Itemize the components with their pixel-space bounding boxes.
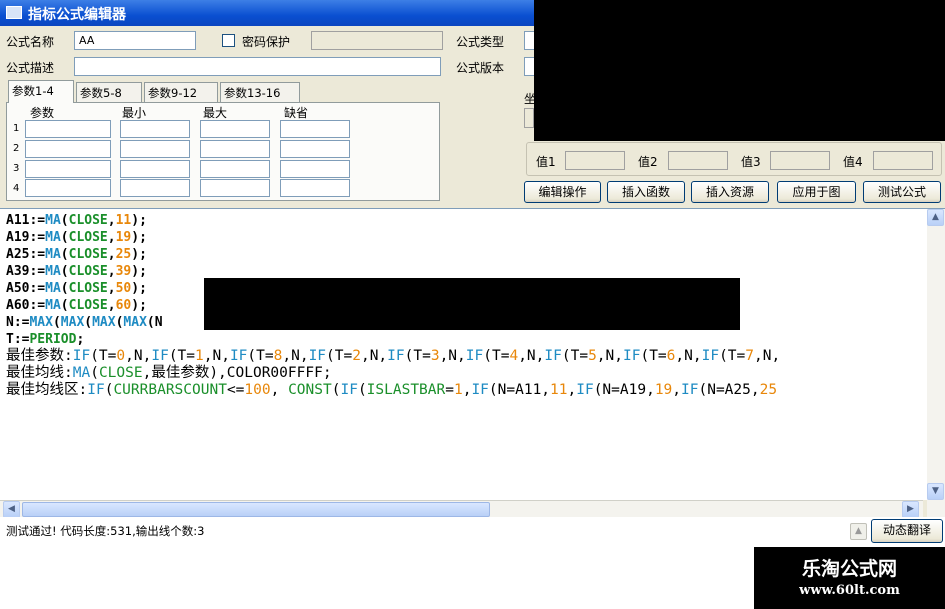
- code-line: A25:=MA(CLOSE,25);: [6, 247, 147, 262]
- param-min-input[interactable]: [120, 179, 190, 197]
- horizontal-scrollbar[interactable]: ◀ ▶: [0, 500, 923, 518]
- tab-params-1-4[interactable]: 参数1-4: [8, 80, 74, 103]
- col-header-max: 最大: [203, 106, 228, 120]
- scroll-thumb[interactable]: [22, 502, 490, 517]
- param-name-input[interactable]: [25, 120, 111, 138]
- value1-label: 值1: [536, 155, 556, 169]
- code-editor[interactable]: A11:=MA(CLOSE,11); A19:=MA(CLOSE,19); A2…: [0, 208, 945, 500]
- formula-type-select[interactable]: [524, 31, 534, 50]
- code-line: 最佳参数:IF(T=0,N,IF(T=1,N,IF(T=8,N,IF(T=2,N…: [6, 348, 781, 364]
- code-line: A50:=MA(CLOSE,50);: [6, 281, 147, 296]
- dynamic-translate-button[interactable]: 动态翻译: [871, 519, 943, 543]
- param-max-input[interactable]: [200, 120, 270, 138]
- vertical-scrollbar[interactable]: ▲ ▼: [927, 209, 945, 517]
- scroll-up-arrow-icon[interactable]: ▲: [927, 209, 944, 226]
- param-max-input[interactable]: [200, 140, 270, 158]
- row-number: 2: [13, 143, 20, 154]
- scroll-down-arrow-icon[interactable]: ▼: [927, 483, 944, 500]
- tab-params-13-16[interactable]: 参数13-16: [220, 82, 300, 102]
- password-input[interactable]: [311, 31, 443, 50]
- param-default-input[interactable]: [280, 179, 350, 197]
- param-min-input[interactable]: [120, 120, 190, 138]
- param-default-input[interactable]: [280, 160, 350, 178]
- value3-label: 值3: [741, 155, 761, 169]
- code-line: 最佳均线区:IF(CURRBARSCOUNT<=100, CONST(IF(IS…: [6, 382, 778, 398]
- param-min-input[interactable]: [120, 160, 190, 178]
- formula-version-label: 公式版本: [456, 61, 505, 75]
- formula-version-input[interactable]: [524, 57, 534, 76]
- code-line: N:=MAX(MAX(MAX(MAX(N: [6, 315, 163, 330]
- row-number: 4: [13, 183, 20, 194]
- param-max-input[interactable]: [200, 179, 270, 197]
- code-line: T:=PERIOD;: [6, 332, 85, 347]
- col-header-default: 缺省: [284, 106, 309, 120]
- watermark-url: www.60lt.com: [799, 583, 900, 598]
- param-name-input[interactable]: [25, 140, 111, 158]
- code-line: A60:=MA(CLOSE,60);: [6, 298, 147, 313]
- param-max-input[interactable]: [200, 160, 270, 178]
- scroll-left-arrow-icon[interactable]: ◀: [3, 501, 20, 518]
- row-number: 3: [13, 163, 20, 174]
- col-header-min: 最小: [122, 106, 147, 120]
- row-number: 1: [13, 123, 20, 134]
- watermark-logo: 乐淘公式网 www.60lt.com: [754, 547, 945, 609]
- tab-params-5-8[interactable]: 参数5-8: [76, 82, 142, 102]
- insert-function-button[interactable]: 插入函数: [607, 181, 685, 203]
- code-line: A19:=MA(CLOSE,19);: [6, 230, 147, 245]
- param-default-input[interactable]: [280, 140, 350, 158]
- value2-label: 值2: [638, 155, 658, 169]
- status-message: 测试通过! 代码长度:531,输出线个数:3: [6, 524, 205, 538]
- formula-type-label: 公式类型: [456, 35, 505, 49]
- value4-label: 值4: [843, 155, 863, 169]
- code-line: A11:=MA(CLOSE,11);: [6, 213, 147, 228]
- redacted-area: [534, 0, 945, 141]
- axis-select[interactable]: [524, 108, 534, 128]
- param-name-input[interactable]: [25, 179, 111, 197]
- formula-name-label: 公式名称: [6, 35, 55, 49]
- redacted-code: [204, 278, 740, 330]
- param-default-input[interactable]: [280, 120, 350, 138]
- edit-operation-button[interactable]: 编辑操作: [524, 181, 601, 203]
- col-header-param: 参数: [30, 106, 55, 120]
- formula-desc-input[interactable]: [74, 57, 441, 76]
- test-formula-button[interactable]: 测试公式: [863, 181, 941, 203]
- insert-resource-button[interactable]: 插入资源: [691, 181, 769, 203]
- app-icon: [6, 6, 22, 19]
- watermark-title: 乐淘公式网: [801, 558, 897, 580]
- value4-input[interactable]: [873, 151, 933, 170]
- value2-input[interactable]: [668, 151, 728, 170]
- status-scroll-up-icon[interactable]: ▲: [850, 523, 867, 540]
- code-line: A39:=MA(CLOSE,39);: [6, 264, 147, 279]
- formula-name-input[interactable]: [74, 31, 196, 50]
- param-name-input[interactable]: [25, 160, 111, 178]
- tab-params-9-12[interactable]: 参数9-12: [144, 82, 218, 102]
- window-title: 指标公式编辑器: [28, 7, 126, 23]
- apply-to-chart-button[interactable]: 应用于图: [777, 181, 856, 203]
- param-min-input[interactable]: [120, 140, 190, 158]
- value3-input[interactable]: [770, 151, 830, 170]
- scroll-right-arrow-icon[interactable]: ▶: [902, 501, 919, 518]
- code-line: 最佳均线:MA(CLOSE,最佳参数),COLOR00FFFF;: [6, 365, 332, 381]
- password-label: 密码保护: [242, 35, 291, 49]
- formula-desc-label: 公式描述: [6, 61, 55, 75]
- value1-input[interactable]: [565, 151, 625, 170]
- password-checkbox[interactable]: [222, 34, 235, 47]
